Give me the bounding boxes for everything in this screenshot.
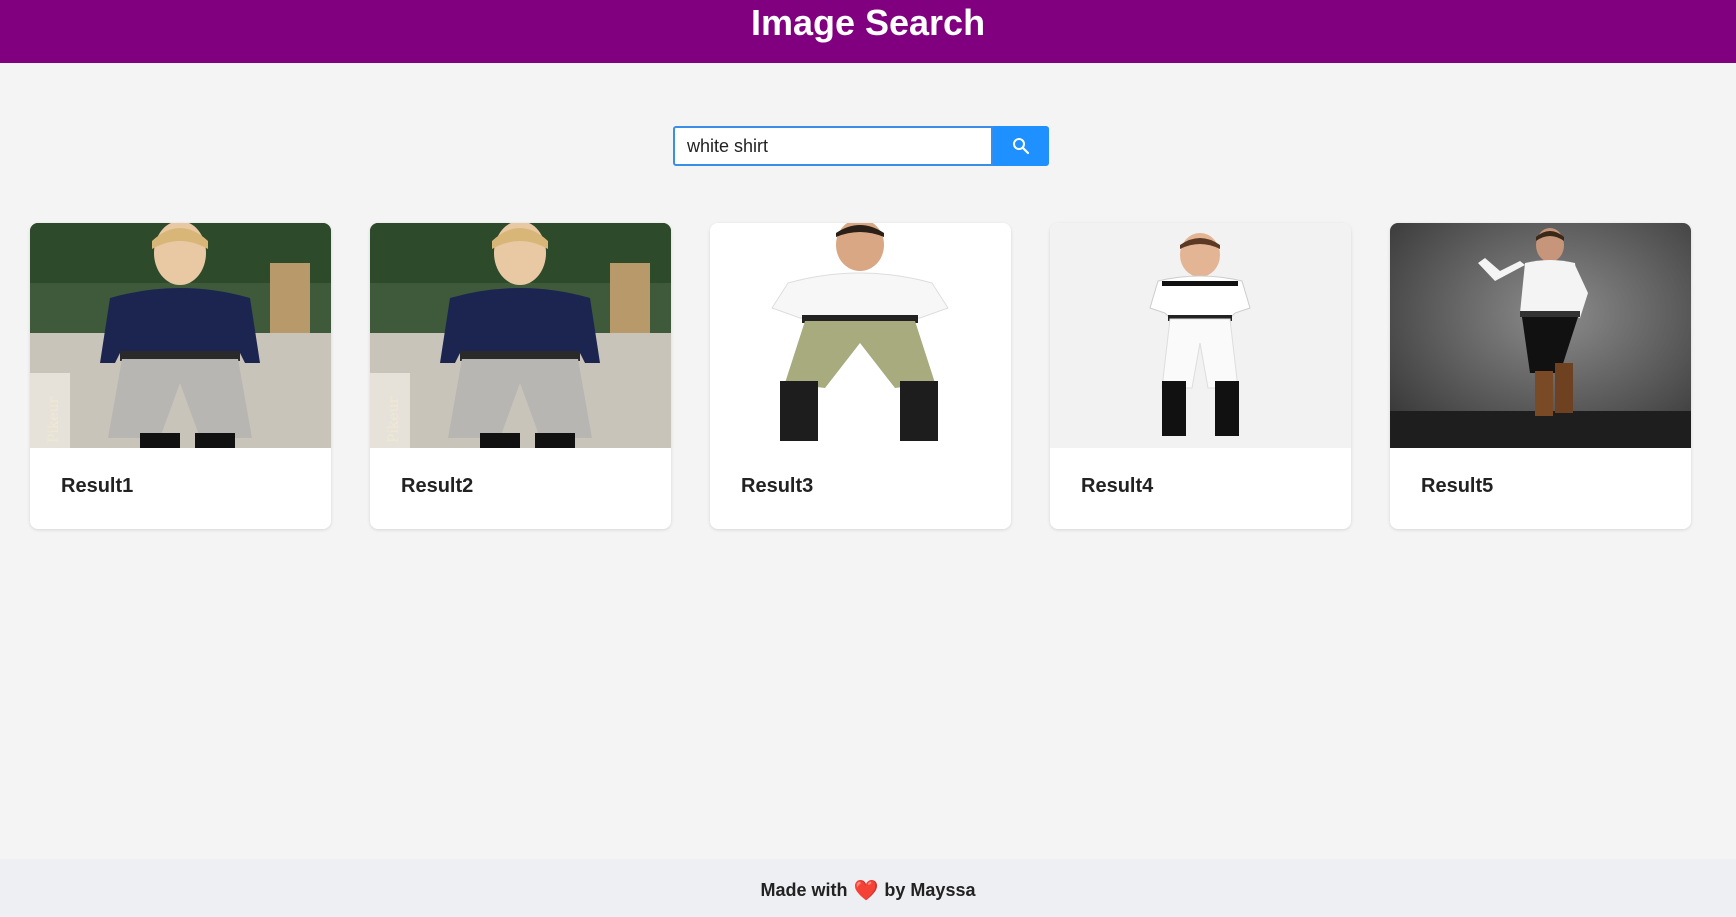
result-card[interactable]: Result4 bbox=[1050, 223, 1351, 529]
app-header: Image Search bbox=[0, 0, 1736, 63]
search-bar bbox=[673, 126, 1049, 166]
search-button[interactable] bbox=[993, 126, 1049, 166]
result-image bbox=[1390, 223, 1691, 448]
page-title: Image Search bbox=[750, 2, 986, 43]
result-card[interactable]: Result5 bbox=[1390, 223, 1691, 529]
result-label: Result1 bbox=[61, 475, 134, 497]
result-label: Result3 bbox=[741, 475, 814, 497]
result-card[interactable]: Pikeur Result2 bbox=[370, 223, 671, 529]
footer-prefix: Made with bbox=[760, 879, 848, 900]
result-image: Pikeur bbox=[30, 223, 331, 448]
heart-icon: ❤️ bbox=[853, 879, 879, 902]
result-label: Result4 bbox=[1081, 475, 1154, 497]
result-image bbox=[1050, 223, 1351, 448]
result-card[interactable]: Result3 bbox=[710, 223, 1011, 529]
search-icon bbox=[1013, 138, 1030, 155]
svg-text:Pikeur: Pikeur bbox=[386, 396, 402, 443]
results-grid: Pikeur Result1 Pikeur Result2 Result3 Re… bbox=[30, 223, 1691, 529]
search-input[interactable] bbox=[673, 126, 993, 166]
result-image: Pikeur bbox=[370, 223, 671, 448]
footer-suffix: by Mayssa bbox=[884, 879, 976, 900]
result-image bbox=[710, 223, 1011, 448]
result-label: Result2 bbox=[401, 475, 474, 497]
result-label: Result5 bbox=[1421, 475, 1494, 497]
svg-text:Pikeur: Pikeur bbox=[46, 396, 62, 443]
result-card[interactable]: Pikeur Result1 bbox=[30, 223, 331, 529]
footer: Made with ❤️ by Mayssa bbox=[0, 859, 1736, 917]
